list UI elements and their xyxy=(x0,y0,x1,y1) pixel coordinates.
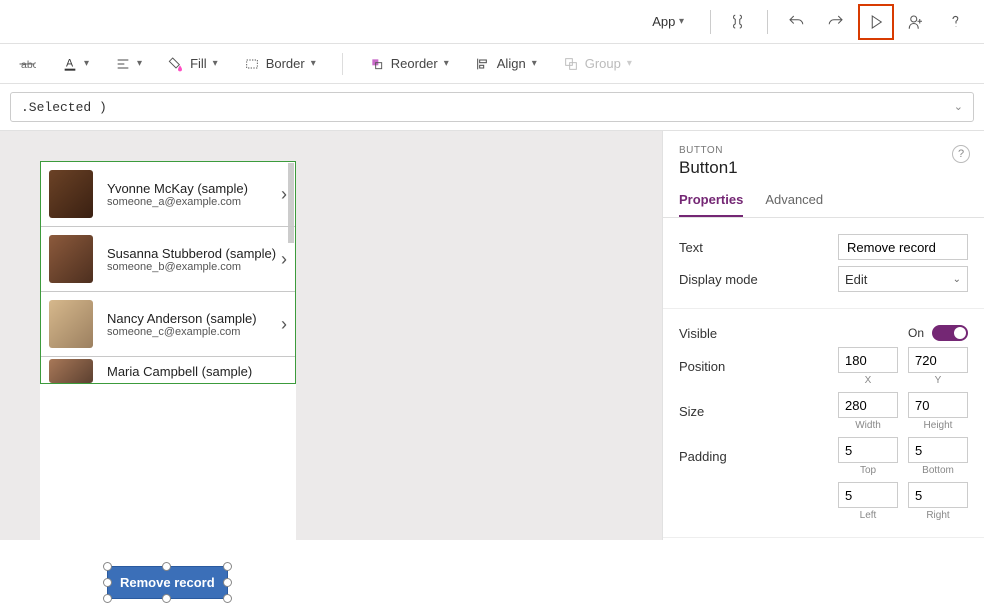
workspace: Yvonne McKay (sample) someone_a@example.… xyxy=(0,131,984,540)
redo-button[interactable] xyxy=(818,4,854,40)
fill-button[interactable]: Fill▾ xyxy=(168,56,218,72)
prop-label-text: Text xyxy=(679,240,703,255)
tab-properties[interactable]: Properties xyxy=(679,192,743,217)
avatar xyxy=(49,300,93,348)
help-icon[interactable]: ? xyxy=(952,145,970,163)
prop-label-position: Position xyxy=(679,359,725,374)
svg-text:abc: abc xyxy=(21,58,36,70)
text-align-button[interactable]: ▾ xyxy=(115,56,142,72)
padding-left-input[interactable] xyxy=(838,482,898,508)
contact-email: someone_b@example.com xyxy=(107,261,276,273)
app-dropdown[interactable]: App ▾ xyxy=(644,6,692,38)
resize-handle[interactable] xyxy=(103,562,112,571)
reorder-button[interactable]: Reorder▾ xyxy=(369,56,449,72)
play-button[interactable] xyxy=(858,4,894,40)
position-y-input[interactable] xyxy=(908,347,968,373)
title-bar: App ▾ xyxy=(0,0,984,44)
width-input[interactable] xyxy=(838,392,898,418)
tab-advanced[interactable]: Advanced xyxy=(765,192,823,217)
chevron-right-icon[interactable]: › xyxy=(281,314,287,335)
gallery-control[interactable]: Yvonne McKay (sample) someone_a@example.… xyxy=(40,161,296,384)
list-item[interactable]: Susanna Stubberod (sample) someone_b@exa… xyxy=(41,227,295,292)
prop-label-displaymode: Display mode xyxy=(679,272,758,287)
checker-icon[interactable] xyxy=(721,4,757,40)
padding-right-input[interactable] xyxy=(908,482,968,508)
resize-handle[interactable] xyxy=(223,578,232,587)
remove-record-button[interactable]: Remove record xyxy=(107,566,228,599)
prop-label-visible: Visible xyxy=(679,326,717,341)
text-input[interactable] xyxy=(838,234,968,260)
properties-panel: BUTTON Button1 ? Properties Advanced Tex… xyxy=(662,131,984,540)
list-item[interactable]: Yvonne McKay (sample) someone_a@example.… xyxy=(41,162,295,227)
resize-handle[interactable] xyxy=(103,594,112,603)
list-item[interactable]: Nancy Anderson (sample) someone_c@exampl… xyxy=(41,292,295,357)
selected-control[interactable]: Remove record xyxy=(107,566,228,599)
contact-name: Nancy Anderson (sample) xyxy=(107,311,257,326)
avatar xyxy=(49,235,93,283)
expand-formula-icon[interactable]: ⌄ xyxy=(954,100,963,114)
contact-name: Maria Campbell (sample) xyxy=(107,364,252,379)
prop-label-padding: Padding xyxy=(679,449,727,464)
resize-handle[interactable] xyxy=(223,594,232,603)
help-button[interactable] xyxy=(938,4,974,40)
resize-handle[interactable] xyxy=(223,562,232,571)
position-x-input[interactable] xyxy=(838,347,898,373)
align-button[interactable]: Align▾ xyxy=(475,56,537,72)
prop-label-size: Size xyxy=(679,404,704,419)
resize-handle[interactable] xyxy=(103,578,112,587)
list-item[interactable]: Maria Campbell (sample) xyxy=(41,357,295,384)
font-color-button[interactable]: A ▾ xyxy=(62,56,89,72)
control-name: Button1 xyxy=(679,158,968,178)
divider xyxy=(710,10,711,34)
resize-handle[interactable] xyxy=(162,562,171,571)
displaymode-select[interactable]: Edit⌄ xyxy=(838,266,968,292)
formula-input[interactable]: .Selected ) ⌄ xyxy=(10,92,974,122)
border-button[interactable]: Border▾ xyxy=(244,56,316,72)
contact-email: someone_c@example.com xyxy=(107,326,257,338)
canvas[interactable]: Yvonne McKay (sample) someone_a@example.… xyxy=(0,131,662,540)
share-button[interactable] xyxy=(898,4,934,40)
avatar xyxy=(49,359,93,383)
chevron-right-icon[interactable]: › xyxy=(281,249,287,270)
svg-text:A: A xyxy=(66,57,74,69)
padding-bottom-input[interactable] xyxy=(908,437,968,463)
padding-top-input[interactable] xyxy=(838,437,898,463)
divider xyxy=(767,10,768,34)
chevron-right-icon[interactable]: › xyxy=(281,184,287,205)
visible-toggle[interactable] xyxy=(932,325,968,341)
undo-button[interactable] xyxy=(778,4,814,40)
height-input[interactable] xyxy=(908,392,968,418)
format-ribbon: abc A ▾ ▾ Fill▾ Border▾ Reorder▾ Align▾ … xyxy=(0,44,984,84)
contact-name: Susanna Stubberod (sample) xyxy=(107,246,276,261)
contact-name: Yvonne McKay (sample) xyxy=(107,181,248,196)
formula-bar: .Selected ) ⌄ xyxy=(0,84,984,131)
avatar xyxy=(49,170,93,218)
contact-email: someone_a@example.com xyxy=(107,196,248,208)
strikethrough-button[interactable]: abc xyxy=(18,55,36,73)
group-button: Group▾ xyxy=(563,56,632,72)
control-type-label: BUTTON xyxy=(679,145,968,156)
divider xyxy=(342,53,343,75)
screen-preview: Yvonne McKay (sample) someone_a@example.… xyxy=(40,161,296,541)
resize-handle[interactable] xyxy=(162,594,171,603)
